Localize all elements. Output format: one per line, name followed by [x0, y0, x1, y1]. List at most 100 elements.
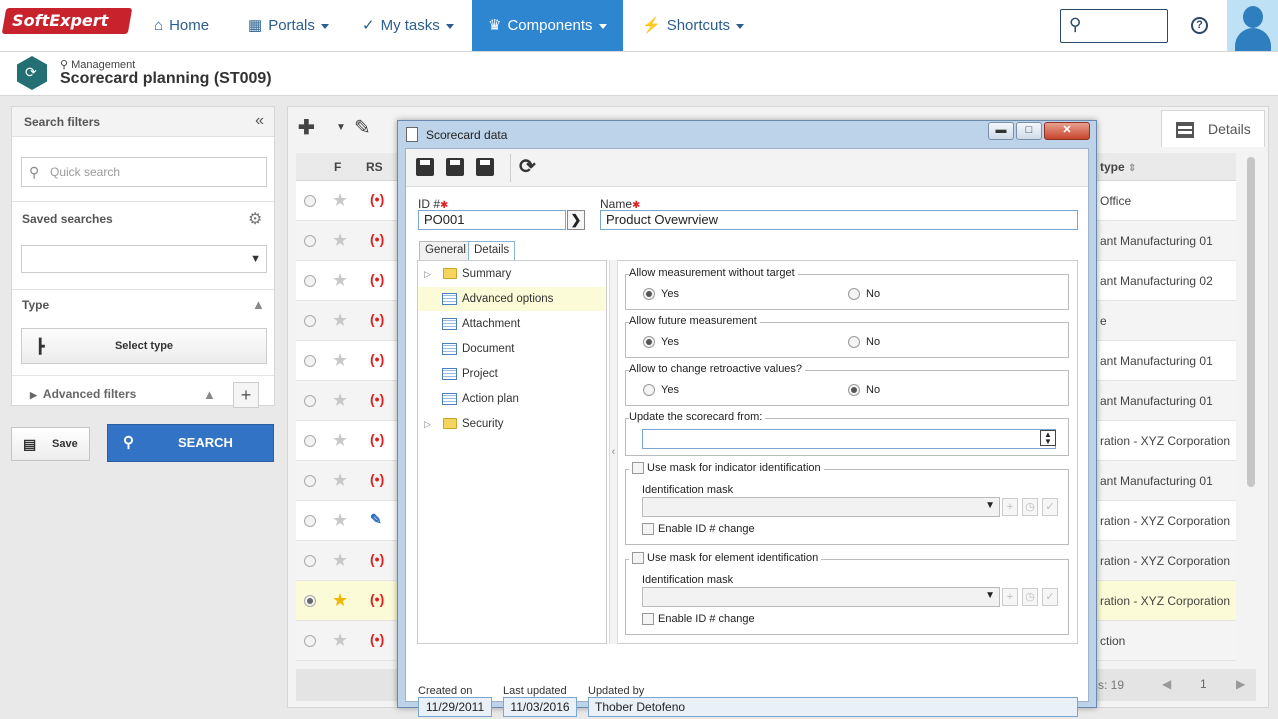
tab-general[interactable]: General [419, 241, 472, 260]
row-select-radio[interactable] [304, 435, 316, 447]
nav-home[interactable]: ⌂ Home [154, 0, 209, 51]
row-select-radio[interactable] [304, 595, 316, 607]
row-select-radio[interactable] [304, 475, 316, 487]
softexpert-logo[interactable]: SoftExpert [1, 8, 133, 34]
vertical-scrollbar[interactable] [1247, 157, 1255, 487]
row-select-radio[interactable] [304, 555, 316, 567]
splitter-handle[interactable]: ‹ [609, 260, 618, 644]
col-header-rs[interactable]: RS [366, 153, 383, 181]
tree-item[interactable]: Advanced options [418, 287, 606, 311]
radio-no[interactable]: No [848, 383, 880, 397]
refresh-icon[interactable]: ⟳ [519, 154, 536, 179]
indicator-mask-select[interactable]: ▼ [642, 497, 1000, 517]
row-select-radio[interactable] [304, 315, 316, 327]
binoculars-icon[interactable]: ◷ [1022, 588, 1038, 606]
tree-item[interactable]: ▷ Summary [418, 262, 606, 286]
favorite-star-icon[interactable]: ★ [332, 230, 348, 251]
chevron-down-icon[interactable]: ▼ [336, 122, 346, 133]
clear-icon[interactable]: ✓ [1042, 498, 1058, 516]
top-search-input[interactable]: ⚲ [1060, 9, 1168, 43]
favorite-star-icon[interactable]: ★ [332, 390, 348, 411]
tree-item[interactable]: Action plan [418, 387, 606, 411]
clear-icon[interactable]: ✓ [1042, 588, 1058, 606]
name-field[interactable]: Product Ovewrview [600, 210, 1078, 230]
favorite-star-icon[interactable]: ★ [332, 630, 348, 651]
favorite-star-icon[interactable]: ★ [332, 350, 348, 371]
id-field[interactable]: PO001 [418, 210, 566, 230]
add-icon[interactable]: + [1002, 588, 1018, 606]
save-new-icon[interactable] [416, 158, 434, 176]
row-select-radio[interactable] [304, 275, 316, 287]
use-indicator-mask-checkbox[interactable] [632, 462, 644, 474]
expand-icon[interactable]: ▷ [424, 262, 431, 286]
add-icon[interactable]: ✚ [298, 115, 315, 140]
tree-item[interactable]: ▷ Security [418, 412, 606, 436]
row-select-radio[interactable] [304, 395, 316, 407]
enable-id-change-checkbox[interactable] [642, 613, 654, 625]
row-select-radio[interactable] [304, 635, 316, 647]
save-button[interactable]: ▤ Save [11, 427, 90, 461]
row-select-radio[interactable] [304, 195, 316, 207]
type-cell: ant Manufacturing 01 [1100, 394, 1213, 408]
collapse-icon[interactable]: « [255, 112, 264, 130]
close-button[interactable]: ✕ [1044, 122, 1090, 140]
tab-details[interactable]: Details [1161, 110, 1265, 147]
nav-components[interactable]: ♛ Components [472, 0, 623, 51]
expand-icon[interactable]: ▷ [424, 412, 431, 436]
tree-item[interactable]: Project [418, 362, 606, 386]
avatar[interactable] [1227, 0, 1278, 51]
stepper-icon[interactable]: ▲ ▼ [1040, 430, 1056, 446]
col-header-f[interactable]: F [334, 153, 341, 181]
help-icon[interactable]: ? [1191, 17, 1208, 34]
row-select-radio[interactable] [304, 235, 316, 247]
next-id-button[interactable]: ❯ [567, 210, 585, 230]
element-mask-select[interactable]: ▼ [642, 587, 1000, 607]
select-type-button[interactable]: ┣ Select type [21, 328, 267, 364]
radio-no[interactable]: No [848, 287, 880, 301]
page-number[interactable]: 1 [1200, 677, 1207, 691]
binoculars-icon[interactable]: ◷ [1022, 498, 1038, 516]
clear-filter-icon[interactable]: ▲ [203, 387, 216, 402]
saved-searches-select[interactable]: ▼ [21, 245, 267, 273]
enable-id-change-checkbox[interactable] [642, 523, 654, 535]
quick-search-input[interactable]: ⚲ Quick search [21, 157, 267, 187]
radio-yes[interactable]: Yes [643, 287, 679, 301]
tree-item-label: Document [462, 343, 515, 355]
gear-icon[interactable]: ⚙ [248, 209, 262, 229]
favorite-star-icon[interactable]: ★ [332, 190, 348, 211]
use-element-mask-checkbox[interactable] [632, 552, 644, 564]
favorite-star-icon[interactable]: ★ [332, 270, 348, 291]
save-icon[interactable] [446, 158, 464, 176]
favorite-star-icon[interactable]: ★ [332, 470, 348, 491]
nav-my-tasks[interactable]: ✓ My tasks [362, 0, 454, 51]
save-close-icon[interactable] [476, 158, 494, 176]
row-select-radio[interactable] [304, 355, 316, 367]
clear-filter-icon[interactable]: ▲ [252, 297, 265, 312]
col-header-type[interactable]: type ⇕ [1100, 153, 1136, 183]
radio-yes[interactable]: Yes [643, 335, 679, 349]
tab-details[interactable]: Details [468, 241, 516, 260]
search-button[interactable]: ⚲ SEARCH [107, 424, 274, 462]
favorite-star-icon[interactable]: ★ [332, 550, 348, 571]
prev-page-icon[interactable]: ◀ [1162, 677, 1171, 691]
favorite-star-icon[interactable]: ★ [332, 510, 348, 531]
add-filter-button[interactable]: + [233, 382, 259, 408]
nav-shortcuts[interactable]: ⚡ Shortcuts [642, 0, 745, 51]
minimize-button[interactable]: ▬ [988, 122, 1014, 140]
row-select-radio[interactable] [304, 515, 316, 527]
add-icon[interactable]: + [1002, 498, 1018, 516]
sort-icon: ⇕ [1128, 163, 1137, 174]
tree-item[interactable]: Attachment [418, 312, 606, 336]
favorite-star-icon[interactable]: ★ [332, 590, 348, 611]
maximize-button[interactable]: □ [1016, 122, 1042, 140]
update-from-field[interactable] [642, 429, 1056, 449]
favorite-star-icon[interactable]: ★ [332, 430, 348, 451]
next-page-icon[interactable]: ▶ [1236, 677, 1245, 691]
nav-portals[interactable]: ▦ Portals [248, 0, 329, 51]
radio-no[interactable]: No [848, 335, 880, 349]
favorite-star-icon[interactable]: ★ [332, 310, 348, 331]
tree-item[interactable]: Document [418, 337, 606, 361]
advanced-filters-toggle[interactable]: ▶ Advanced filters [30, 387, 136, 401]
pencil-icon[interactable]: ✎ [354, 115, 371, 140]
radio-yes[interactable]: Yes [643, 383, 679, 397]
